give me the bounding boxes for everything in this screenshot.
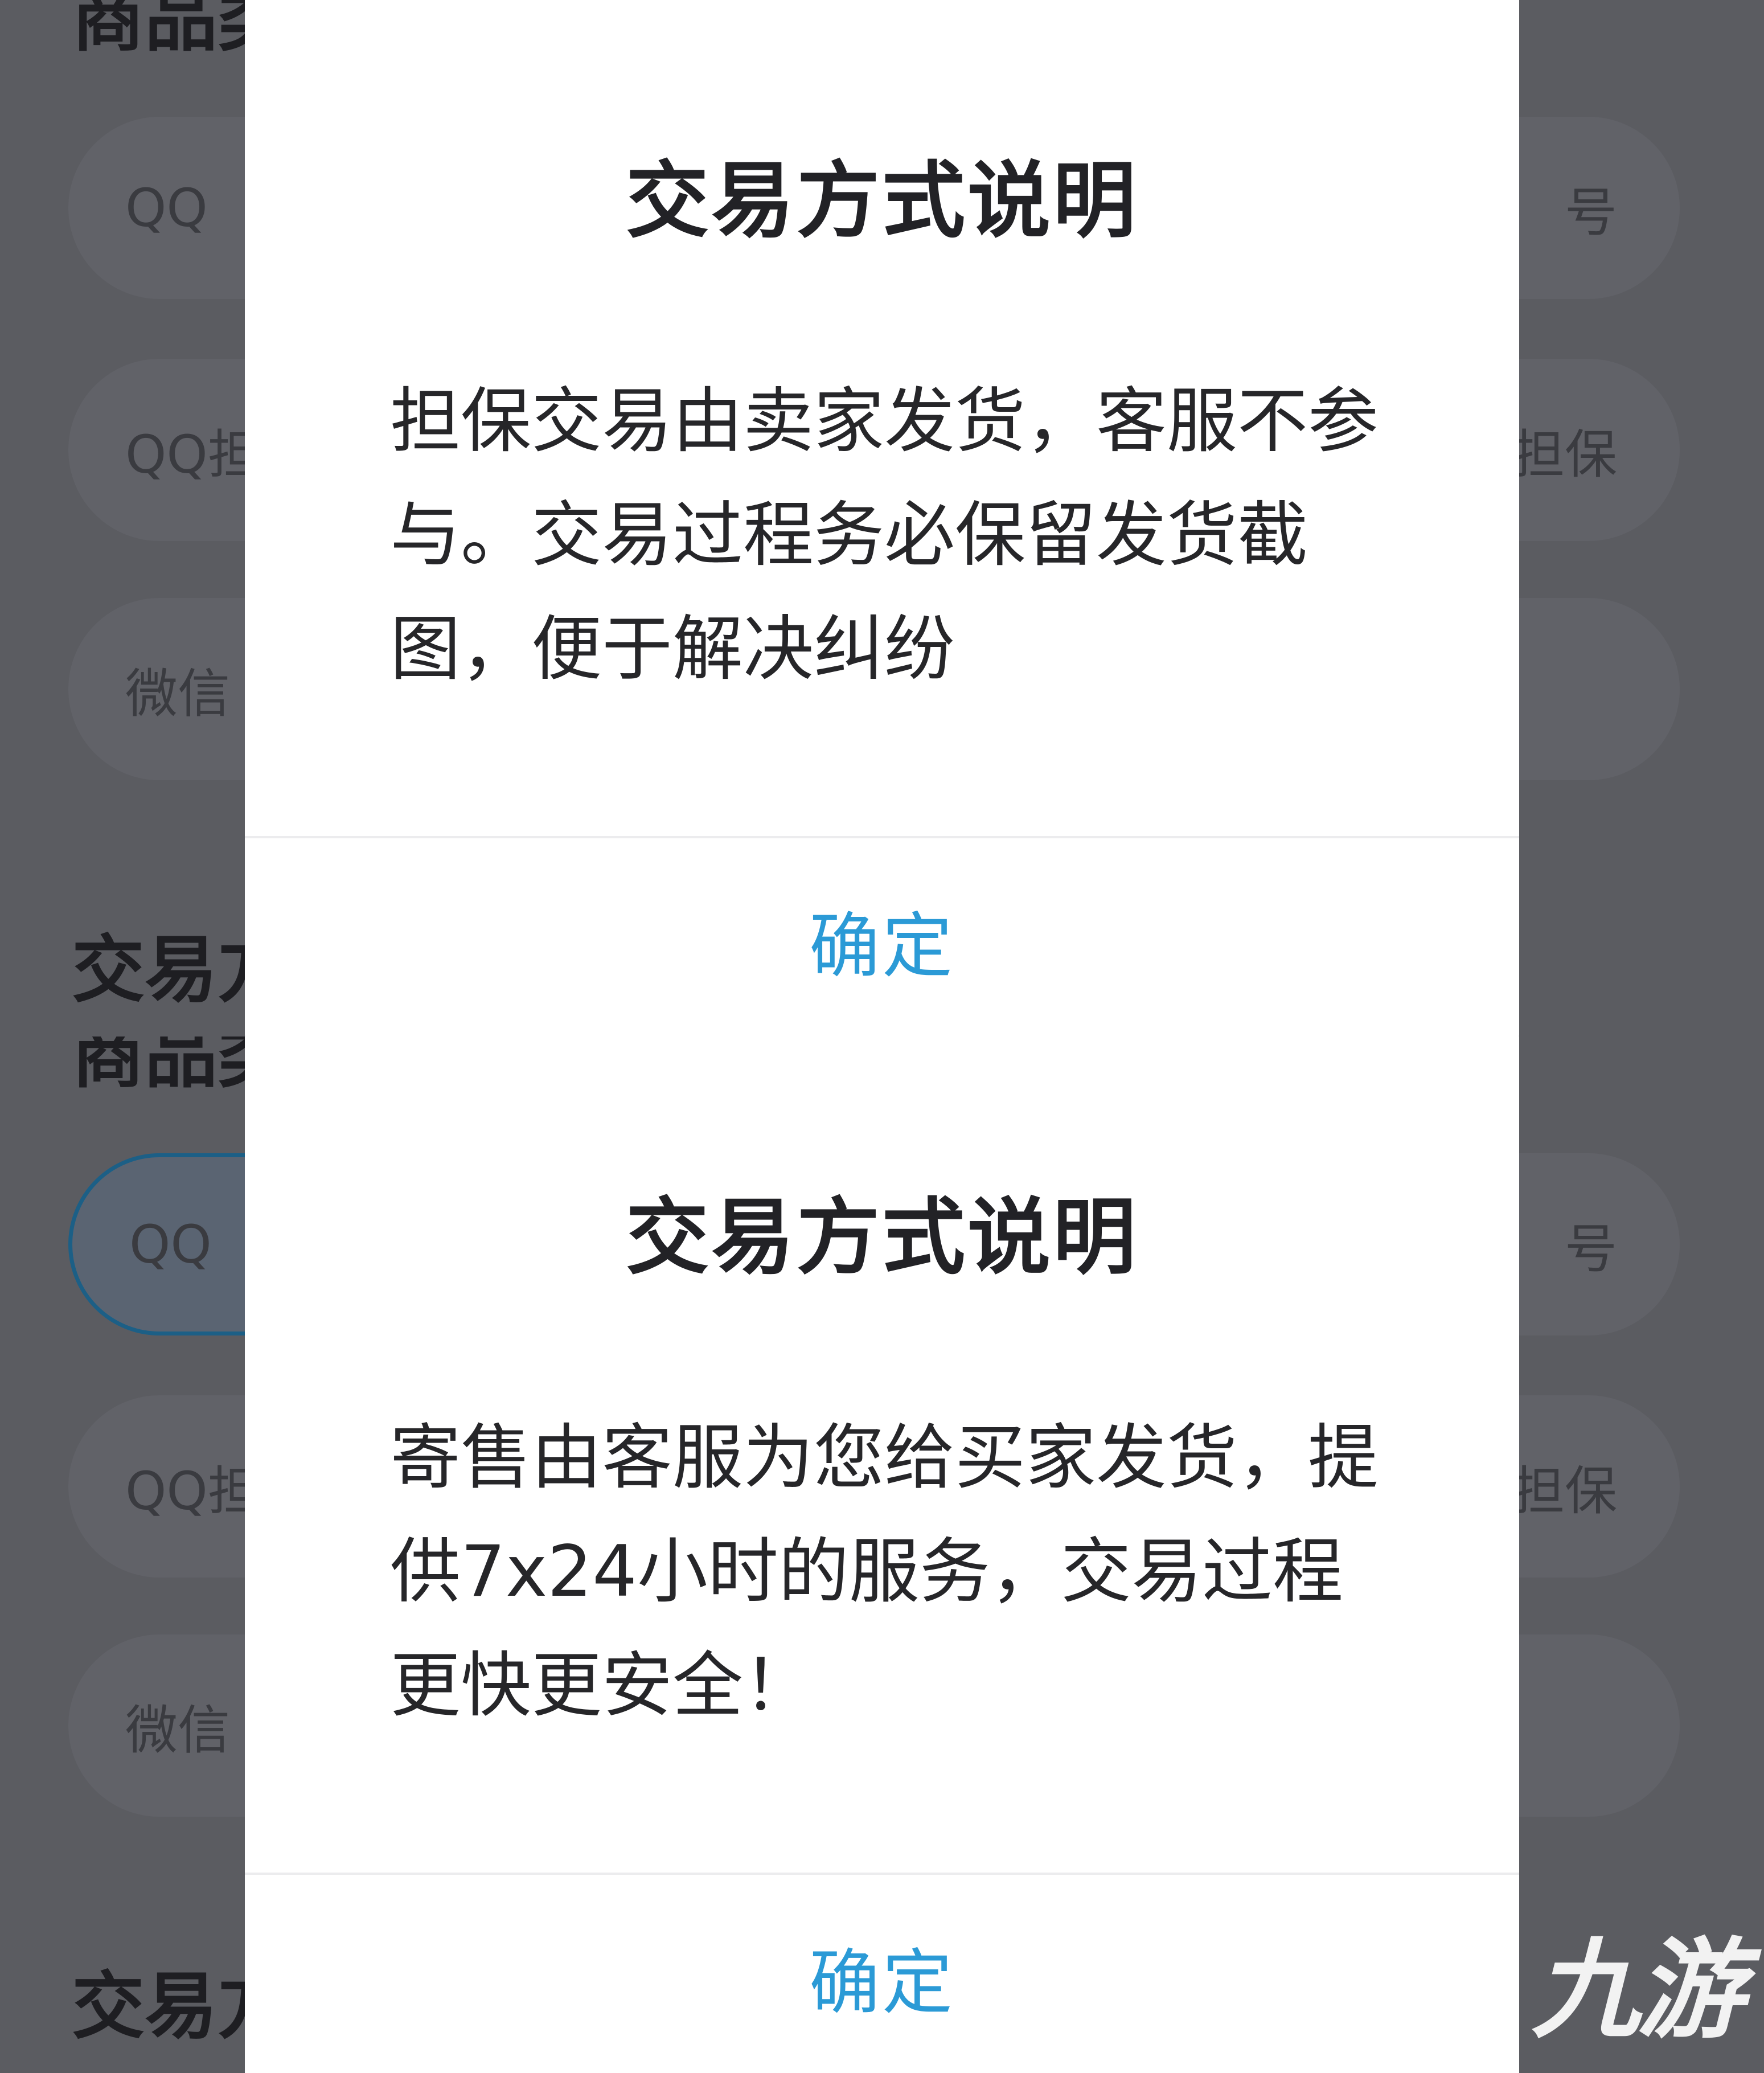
- background-option-label: QQ: [125, 177, 208, 239]
- background-option-label: 微信: [125, 663, 231, 724]
- background-option-label: QQ: [129, 1214, 212, 1275]
- dialog-message: 寄售由客服为您给买家发货，提供7x24小时的服务，交易过程更快更安全！: [390, 1417, 1379, 1727]
- dialog-divider: [245, 1873, 1519, 1875]
- screen-consignment-dialog: 商品类 QQ 号 QQ担保 担保 微信 交易方 交易方式说明 寄售由客服为您给买…: [0, 1036, 1764, 2073]
- trade-method-dialog: 交易方式说明 担保交易由卖家发货，客服不参与。交易过程务必保留发货截图，便于解决…: [245, 0, 1519, 1036]
- screen-escrow-dialog: 商品类 QQ 号 QQ担保 担保 微信 交易方 交易方式说明 担保交易由卖家发货…: [0, 0, 1764, 1036]
- watermark-text: 九游: [1531, 1927, 1745, 2053]
- dialog-title: 交易方式说明: [626, 1189, 1138, 1286]
- trade-method-dialog: 交易方式说明 寄售由客服为您给买家发货，提供7x24小时的服务，交易过程更快更安…: [245, 1036, 1519, 2073]
- confirm-button[interactable]: 确定: [245, 1948, 1519, 2018]
- dialog-message: 担保交易由卖家发货，客服不参与。交易过程务必保留发货截图，便于解决纠纷: [390, 380, 1379, 690]
- background-option-label: 担保: [1512, 1460, 1617, 1522]
- background-option-label: 号: [1564, 182, 1617, 243]
- dialog-title: 交易方式说明: [626, 153, 1138, 249]
- background-option-label: 微信: [125, 1699, 231, 1761]
- dialog-divider: [245, 836, 1519, 838]
- background-option-label: 号: [1564, 1218, 1617, 1280]
- confirm-button[interactable]: 确定: [245, 911, 1519, 982]
- background-option-label: 担保: [1512, 424, 1617, 485]
